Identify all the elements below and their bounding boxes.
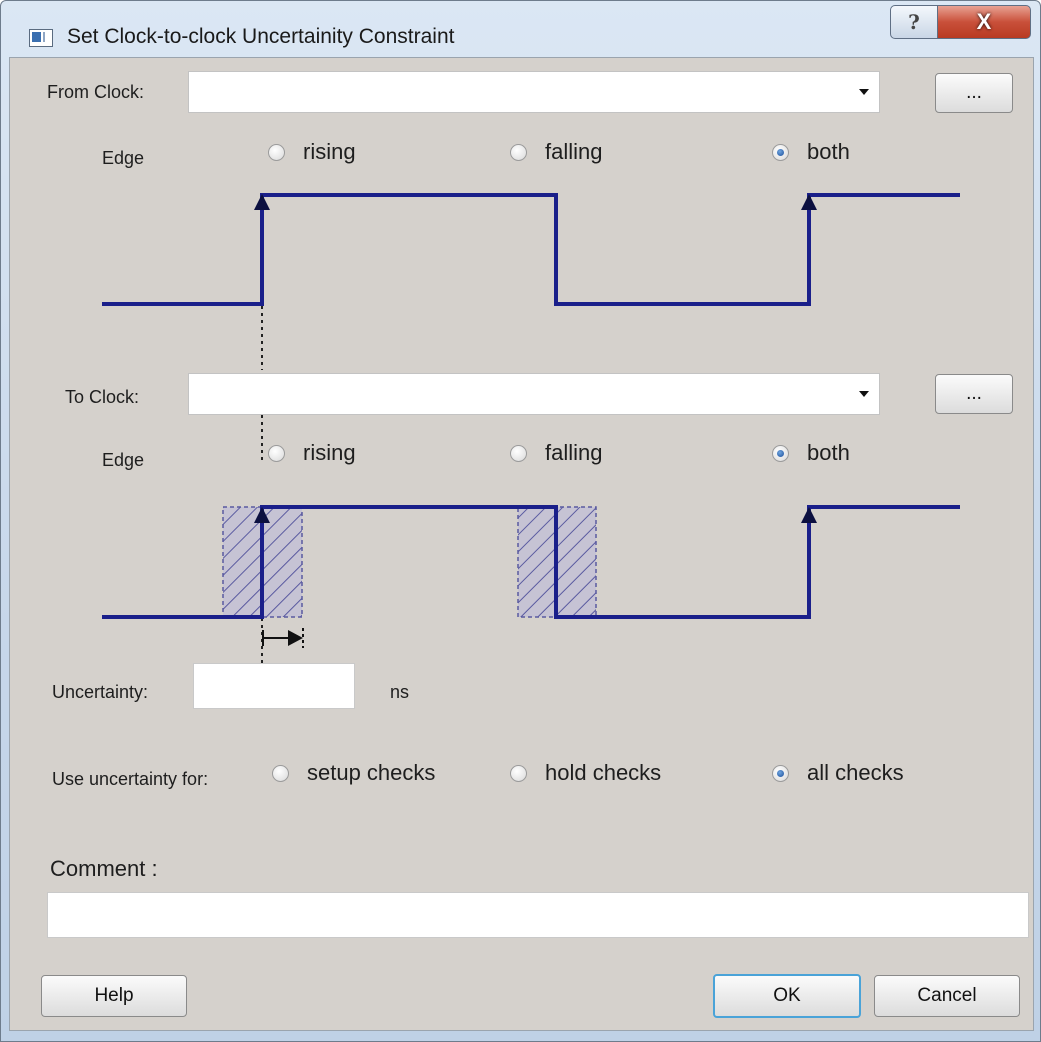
to-clock-browse-button[interactable]: ... bbox=[935, 374, 1013, 414]
from-clock-signal bbox=[102, 193, 960, 306]
dialog-window: Set Clock-to-clock Uncertainity Constrai… bbox=[0, 0, 1041, 1042]
dropdown-arrow-icon bbox=[859, 391, 869, 397]
use-for-label: Use uncertainty for: bbox=[52, 769, 209, 789]
from-clock-browse-button[interactable]: ... bbox=[935, 73, 1013, 113]
to-edge-both-radio[interactable]: both bbox=[772, 440, 850, 466]
comment-input[interactable] bbox=[47, 892, 1029, 938]
radio-label: hold checks bbox=[545, 760, 662, 785]
radio-label: falling bbox=[545, 440, 603, 465]
from-edge-falling-radio[interactable]: falling bbox=[510, 139, 602, 165]
radio-label: both bbox=[807, 440, 850, 465]
to-clock-label: To Clock: bbox=[65, 387, 140, 407]
cancel-button[interactable]: Cancel bbox=[874, 975, 1020, 1017]
waveform-diagram bbox=[102, 193, 960, 663]
radio-selected-icon bbox=[772, 143, 789, 161]
help-button[interactable]: Help bbox=[41, 975, 187, 1017]
all-checks-radio[interactable]: all checks bbox=[772, 760, 904, 786]
from-clock-waveform bbox=[102, 193, 960, 306]
radio-label: falling bbox=[545, 139, 603, 164]
radio-label: setup checks bbox=[307, 760, 436, 785]
app-icon bbox=[29, 29, 53, 47]
from-clock-select[interactable] bbox=[188, 71, 880, 113]
title-bar: Set Clock-to-clock Uncertainity Constrai… bbox=[1, 1, 1040, 57]
ok-button-label: OK bbox=[773, 985, 801, 1006]
radio-label: both bbox=[807, 139, 850, 164]
radio-icon bbox=[510, 444, 527, 462]
radio-selected-icon bbox=[772, 764, 789, 782]
radio-icon bbox=[268, 444, 285, 462]
to-edge-rising-radio[interactable]: rising bbox=[268, 440, 356, 466]
radio-icon bbox=[510, 764, 527, 782]
radio-label: all checks bbox=[807, 760, 904, 785]
hold-checks-radio[interactable]: hold checks bbox=[510, 760, 661, 786]
to-clock-select[interactable] bbox=[188, 373, 880, 415]
to-clock-waveform bbox=[102, 505, 960, 648]
span-arrow-icon bbox=[288, 630, 303, 646]
question-icon: ? bbox=[908, 10, 920, 34]
ok-button[interactable]: OK bbox=[713, 974, 861, 1018]
uncertainty-input[interactable] bbox=[193, 663, 355, 709]
dialog-client-area: From Clock: ... Edge rising falling both… bbox=[9, 57, 1034, 1031]
from-edge-rising-radio[interactable]: rising bbox=[268, 139, 356, 165]
from-edge-label: Edge bbox=[102, 148, 145, 168]
to-edge-falling-radio[interactable]: falling bbox=[510, 440, 602, 466]
help-button-label: Help bbox=[94, 985, 134, 1006]
to-clock-browse-label: ... bbox=[966, 383, 982, 404]
from-clock-label: From Clock: bbox=[47, 82, 145, 102]
to-rising-arrow-2 bbox=[801, 507, 817, 523]
radio-icon bbox=[510, 143, 527, 161]
uncertainty-unit: ns bbox=[390, 682, 410, 702]
radio-selected-icon bbox=[772, 444, 789, 462]
close-button[interactable]: X bbox=[937, 5, 1031, 39]
help-title-button[interactable]: ? bbox=[890, 5, 938, 39]
radio-label: rising bbox=[303, 139, 356, 164]
to-edge-label: Edge bbox=[102, 450, 145, 470]
radio-icon bbox=[272, 764, 289, 782]
comment-label: Comment : bbox=[50, 856, 158, 881]
dropdown-arrow-icon bbox=[859, 89, 869, 95]
from-clock-browse-label: ... bbox=[966, 82, 982, 103]
radio-label: rising bbox=[303, 440, 356, 465]
uncertainty-label: Uncertainty: bbox=[52, 682, 149, 702]
setup-checks-radio[interactable]: setup checks bbox=[272, 760, 435, 786]
radio-icon bbox=[268, 143, 285, 161]
cancel-button-label: Cancel bbox=[917, 985, 977, 1006]
window-title: Set Clock-to-clock Uncertainity Constrai… bbox=[67, 25, 455, 48]
from-edge-both-radio[interactable]: both bbox=[772, 139, 850, 165]
close-icon: X bbox=[976, 9, 992, 34]
